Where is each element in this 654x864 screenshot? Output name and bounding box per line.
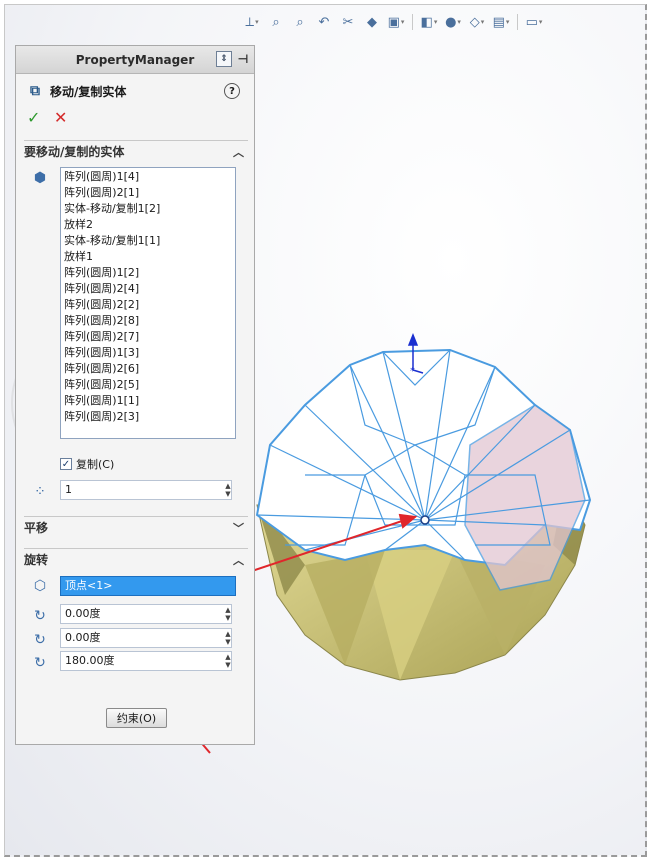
rotate-section-title: 旋转 xyxy=(24,553,49,567)
bodies-section-header[interactable]: 要移动/复制的实体 ︿ xyxy=(24,140,248,162)
bodies-section-title: 要移动/复制的实体 xyxy=(24,145,125,159)
translate-section-title: 平移 xyxy=(24,521,49,535)
graphics-area[interactable]: ⟂ ⌕ ⌕ ↶ ✂ ◆ ▣ ◧ ● ◇ ▤ ▭ xyxy=(4,4,647,857)
panel-header-title: PropertyManager xyxy=(75,52,195,67)
list-item[interactable]: 实体-移动/复制1[2] xyxy=(64,201,232,217)
list-item[interactable]: 阵列(圆周)2[8] xyxy=(64,313,232,329)
z-angle-spinner[interactable]: ▲ ▼ xyxy=(222,651,234,671)
property-manager-panel: PropertyManager ⇕ ⊣ ⧉ 移动/复制实体 ? ✓ ✕ 要移动/… xyxy=(15,45,255,745)
translate-section-header[interactable]: 平移 ﹀ xyxy=(24,516,248,538)
copy-label: 复制(C) xyxy=(76,458,115,471)
ok-button[interactable]: ✓ xyxy=(27,108,40,127)
y-angle-input[interactable]: 0.00度 xyxy=(60,628,232,648)
list-item[interactable]: 阵列(圆周)1[1] xyxy=(64,393,232,409)
x-angle-input[interactable]: 0.00度 xyxy=(60,604,232,624)
svg-text:*: * xyxy=(410,366,415,377)
copy-checkbox[interactable]: ✓ xyxy=(60,458,72,470)
list-item[interactable]: 阵列(圆周)2[4] xyxy=(64,281,232,297)
selected-vertex[interactable] xyxy=(420,515,430,525)
rotate-x-icon: ↻ xyxy=(34,608,46,624)
cancel-button[interactable]: ✕ xyxy=(54,108,67,127)
feature-title: ⧉ 移动/复制实体 xyxy=(26,82,126,100)
rotate-z-icon: ↻ xyxy=(34,655,46,671)
copies-spinner[interactable]: ▲ ▼ xyxy=(222,480,234,500)
list-item[interactable]: 阵列(圆周)1[4] xyxy=(64,169,232,185)
rotate-section-header[interactable]: 旋转 ︿ xyxy=(24,548,248,570)
copies-input[interactable]: 1 xyxy=(60,480,232,500)
rotation-origin-field[interactable]: 顶点<1> xyxy=(60,576,236,596)
copies-count-icon: ⁘ xyxy=(34,484,46,500)
property-manager-header: PropertyManager ⇕ ⊣ xyxy=(16,46,254,74)
chevron-up-icon[interactable]: ︿ xyxy=(233,144,244,160)
solid-body-icon: ⬢ xyxy=(33,170,47,186)
list-item[interactable]: 阵列(圆周)2[1] xyxy=(64,185,232,201)
list-item[interactable]: 阵列(圆周)2[2] xyxy=(64,297,232,313)
list-item[interactable]: 阵列(圆周)1[2] xyxy=(64,265,232,281)
chevron-up-icon[interactable]: ︿ xyxy=(233,552,244,568)
move-copy-body-icon: ⧉ xyxy=(30,83,40,99)
feature-title-label: 移动/复制实体 xyxy=(50,84,127,99)
rotate-y-icon: ↻ xyxy=(34,632,46,648)
bodies-list[interactable]: 阵列(圆周)1[4] 阵列(圆周)2[1] 实体-移动/复制1[2] 放样2 实… xyxy=(60,167,236,439)
list-item[interactable]: 阵列(圆周)1[3] xyxy=(64,345,232,361)
y-angle-spinner[interactable]: ▲ ▼ xyxy=(222,628,234,648)
list-item[interactable]: 放样2 xyxy=(64,217,232,233)
x-angle-spinner[interactable]: ▲ ▼ xyxy=(222,604,234,624)
copy-checkbox-row[interactable]: ✓ 复制(C) xyxy=(60,456,114,472)
list-item[interactable]: 放样1 xyxy=(64,249,232,265)
list-item[interactable]: 阵列(圆周)2[3] xyxy=(64,409,232,425)
list-item[interactable]: 实体-移动/复制1[1] xyxy=(64,233,232,249)
constraints-button[interactable]: 约束(O) xyxy=(106,708,167,728)
list-item[interactable]: 阵列(圆周)2[7] xyxy=(64,329,232,345)
list-item[interactable]: 阵列(圆周)2[5] xyxy=(64,377,232,393)
expand-panel-icon[interactable]: ⇕ xyxy=(216,51,232,67)
z-angle-input[interactable]: 180.00度 xyxy=(60,651,232,671)
help-icon[interactable]: ? xyxy=(224,83,240,99)
list-item[interactable]: 阵列(圆周)2[6] xyxy=(64,361,232,377)
chevron-down-icon[interactable]: ﹀ xyxy=(233,520,244,536)
pin-icon[interactable]: ⊣ xyxy=(236,51,250,67)
rotation-origin-icon: ⬡ xyxy=(33,578,47,594)
